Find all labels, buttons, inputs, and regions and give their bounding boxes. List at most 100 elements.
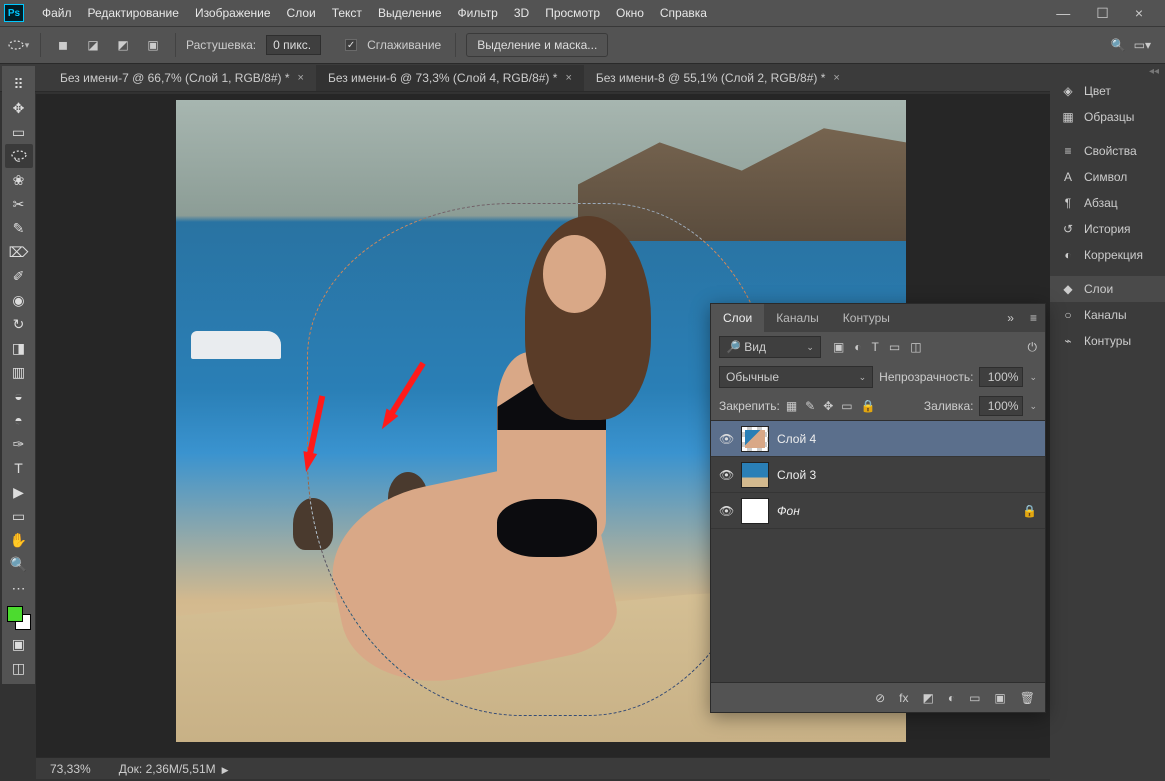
heal-tool[interactable]: ⌦ [5, 240, 33, 264]
rail-item-swatches[interactable]: ▦Образцы [1050, 104, 1165, 130]
rail-item-channels[interactable]: ○Каналы [1050, 302, 1165, 328]
lock-all-icon[interactable]: 🔒 [861, 399, 876, 413]
opacity-input[interactable]: 100% [979, 367, 1023, 387]
window-minimize[interactable]: — [1056, 5, 1070, 22]
zoom-readout[interactable]: 73,33% [50, 762, 91, 776]
menu-file[interactable]: Файл [34, 0, 80, 26]
visibility-eye-icon[interactable]: 👁 [719, 504, 733, 518]
lock-artboard-icon[interactable]: ▭ [841, 399, 852, 413]
new-layer-icon[interactable]: ▣ [994, 691, 1005, 705]
hand-tool[interactable]: ✋ [5, 528, 33, 552]
rail-item-character[interactable]: AСимвол [1050, 164, 1165, 190]
delete-layer-icon[interactable]: 🗑 [1020, 691, 1035, 705]
rail-item-color[interactable]: ◈Цвет [1050, 78, 1165, 104]
marquee-tool[interactable]: ▭ [5, 120, 33, 144]
zoom-tool[interactable]: 🔍 [5, 552, 33, 576]
foreground-color-swatch[interactable] [7, 606, 23, 622]
menu-view[interactable]: Просмотр [537, 0, 608, 26]
document-tab[interactable]: Без имени-6 @ 73,3% (Слой 4, RGB/8#) *× [316, 65, 584, 91]
layer-thumbnail[interactable] [741, 426, 769, 452]
window-maximize[interactable]: ☐ [1096, 5, 1109, 22]
fill-input[interactable]: 100% [979, 396, 1023, 416]
menu-filter[interactable]: Фильтр [450, 0, 506, 26]
brush-tool[interactable]: ✐ [5, 264, 33, 288]
shape-tool[interactable]: ▭ [5, 504, 33, 528]
rail-item-history[interactable]: ↺История [1050, 216, 1165, 242]
layer-name[interactable]: Слой 4 [777, 432, 1037, 446]
filter-type-icon[interactable]: T [872, 340, 879, 354]
stamp-tool[interactable]: ◉ [5, 288, 33, 312]
move-tool[interactable]: ✥ [5, 96, 33, 120]
select-and-mask-button[interactable]: Выделение и маска... [466, 33, 608, 57]
eyedropper-tool[interactable]: ✎ [5, 216, 33, 240]
layer-row[interactable]: 👁 Слой 3 [711, 457, 1045, 493]
blur-tool[interactable]: ◒ [5, 384, 33, 408]
panel-tab-paths[interactable]: Контуры [831, 304, 902, 332]
feather-input[interactable]: 0 пикс. [266, 35, 321, 55]
handle-icon[interactable]: ⠿ [5, 72, 33, 96]
close-icon[interactable]: × [565, 72, 571, 84]
layer-thumbnail[interactable] [741, 498, 769, 524]
type-tool[interactable]: T [5, 456, 33, 480]
add-mask-icon[interactable]: ◩ [922, 691, 933, 705]
crop-tool[interactable]: ✂ [5, 192, 33, 216]
new-group-icon[interactable]: ▭ [969, 691, 980, 705]
filter-pixel-icon[interactable]: ▣ [833, 340, 844, 354]
lock-pixels-icon[interactable]: ✎ [805, 399, 815, 413]
panel-menu-icon[interactable]: ≡ [1022, 311, 1045, 325]
panel-tab-channels[interactable]: Каналы [764, 304, 831, 332]
quick-mask-icon[interactable]: ◫ [5, 656, 33, 680]
layer-name[interactable]: Слой 3 [777, 468, 1037, 482]
eraser-tool[interactable]: ◨ [5, 336, 33, 360]
visibility-eye-icon[interactable]: 👁 [719, 468, 733, 482]
lock-icon[interactable]: 🔒 [1022, 504, 1037, 518]
menu-3d[interactable]: 3D [506, 0, 537, 26]
selection-new-icon[interactable]: ◼ [51, 33, 75, 57]
close-icon[interactable]: × [833, 72, 839, 84]
filter-shape-icon[interactable]: ▭ [889, 340, 900, 354]
visibility-eye-icon[interactable]: 👁 [719, 432, 733, 446]
menu-help[interactable]: Справка [652, 0, 715, 26]
edit-toolbar-icon[interactable]: ⋯ [5, 576, 33, 600]
panel-collapse-icon[interactable]: » [999, 311, 1022, 325]
rail-item-paragraph[interactable]: ¶Абзац [1050, 190, 1165, 216]
selection-add-icon[interactable]: ◪ [81, 33, 105, 57]
dodge-tool[interactable]: ◓ [5, 408, 33, 432]
fx-icon[interactable]: fx [899, 691, 908, 705]
rail-item-layers[interactable]: ◆Слои [1050, 276, 1165, 302]
lasso-tool[interactable] [5, 144, 33, 168]
antialias-checkbox[interactable]: ✓ [345, 39, 357, 51]
screen-mode-icon[interactable]: ▣ [5, 632, 33, 656]
color-swatches[interactable] [5, 604, 33, 632]
rail-item-adjustments[interactable]: ◐Коррекция [1050, 242, 1165, 268]
link-layers-icon[interactable]: ⊘ [875, 691, 885, 705]
rail-collapse-icon[interactable]: ◂◂ [1050, 66, 1165, 78]
menu-image[interactable]: Изображение [187, 0, 279, 26]
menu-window[interactable]: Окно [608, 0, 652, 26]
filter-toggle-icon[interactable]: ⏻ [1028, 340, 1038, 355]
blend-mode-select[interactable]: Обычные⌄ [719, 366, 873, 388]
layer-thumbnail[interactable] [741, 462, 769, 488]
layer-row[interactable]: 👁 Слой 4 [711, 421, 1045, 457]
panel-tab-layers[interactable]: Слои [711, 304, 764, 332]
tool-preset-icon[interactable]: ▾ [6, 33, 30, 57]
pen-tool[interactable]: ✑ [5, 432, 33, 456]
selection-intersect-icon[interactable]: ▣ [141, 33, 165, 57]
close-icon[interactable]: × [298, 72, 304, 84]
filter-adjust-icon[interactable]: ◐ [854, 340, 861, 354]
layer-name[interactable]: Фон [777, 504, 1014, 518]
lock-position-icon[interactable]: ✥ [823, 399, 833, 413]
chevron-right-icon[interactable]: ▶ [222, 765, 229, 775]
menu-layer[interactable]: Слои [279, 0, 324, 26]
workspace-picker-icon[interactable]: ▭▾ [1134, 38, 1151, 52]
layer-row[interactable]: 👁 Фон 🔒 [711, 493, 1045, 529]
gradient-tool[interactable]: ▥ [5, 360, 33, 384]
menu-edit[interactable]: Редактирование [80, 0, 187, 26]
search-icon[interactable]: 🔍 [1111, 38, 1126, 52]
rail-item-properties[interactable]: ≡Свойства [1050, 138, 1165, 164]
menu-type[interactable]: Текст [324, 0, 370, 26]
selection-sub-icon[interactable]: ◩ [111, 33, 135, 57]
document-tab[interactable]: Без имени-7 @ 66,7% (Слой 1, RGB/8#) *× [48, 65, 316, 91]
layers-panel[interactable]: Слои Каналы Контуры » ≡ 🔎 Вид⌄ ▣ ◐ T ▭ ◫… [710, 303, 1046, 713]
quick-select-tool[interactable]: ❀ [5, 168, 33, 192]
